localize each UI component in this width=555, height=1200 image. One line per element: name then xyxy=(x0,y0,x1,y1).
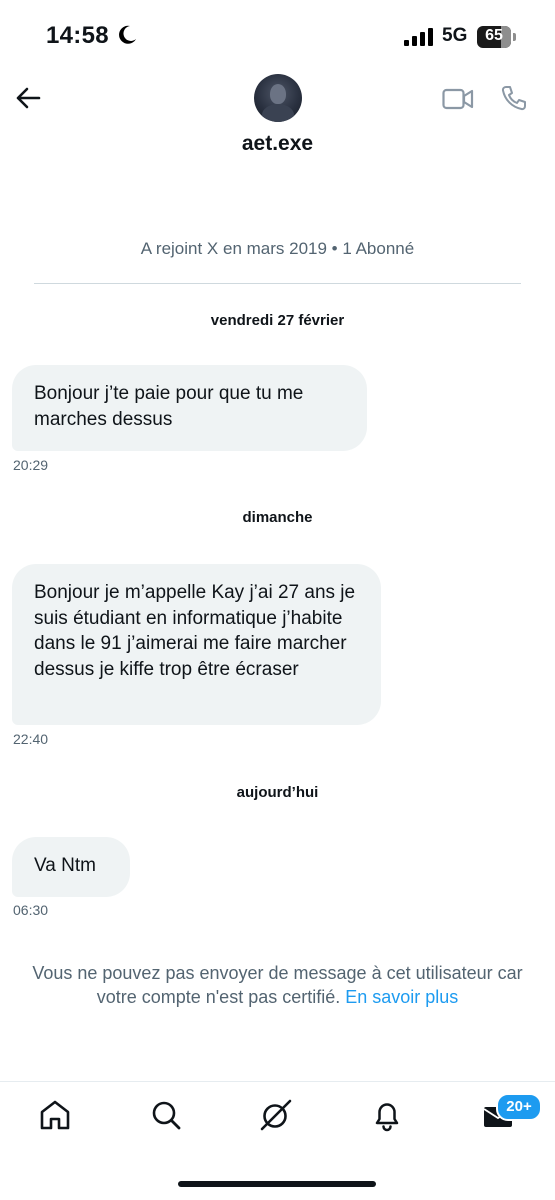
date-separator: vendredi 27 février xyxy=(210,312,345,329)
phone-icon[interactable] xyxy=(500,84,528,112)
divider xyxy=(34,283,521,284)
signal-icon xyxy=(404,28,433,46)
cannot-message-notice: Vous ne pouvez pas envoyer de message à … xyxy=(14,961,541,1009)
home-indicator xyxy=(178,1181,376,1187)
date-separator: aujourd’hui xyxy=(236,784,319,801)
moon-icon xyxy=(119,25,136,44)
tabbar-divider xyxy=(0,1081,555,1082)
battery-icon: 65 xyxy=(477,26,517,48)
message-bubble[interactable]: Bonjour j’te paie pour que tu me marches… xyxy=(12,365,367,451)
username[interactable]: aet.exe xyxy=(0,132,555,156)
battery-level: 65 xyxy=(485,27,503,44)
messages-badge: 20+ xyxy=(496,1093,542,1121)
arrow-left-icon[interactable] xyxy=(14,84,42,112)
home-icon[interactable] xyxy=(38,1098,72,1132)
message-time: 06:30 xyxy=(13,902,49,918)
avatar[interactable] xyxy=(254,74,302,122)
profile-joined-info: A rejoint X en mars 2019 • 1 Abonné xyxy=(140,239,415,258)
status-time: 14:58 xyxy=(46,22,109,49)
date-separator: dimanche xyxy=(242,509,313,526)
grok-icon[interactable] xyxy=(259,1098,293,1132)
bell-icon[interactable] xyxy=(370,1098,404,1132)
learn-more-link[interactable]: En savoir plus xyxy=(345,987,458,1007)
message-time: 20:29 xyxy=(13,457,49,473)
message-bubble[interactable]: Va Ntm xyxy=(12,837,130,897)
search-icon[interactable] xyxy=(149,1098,183,1132)
message-time: 22:40 xyxy=(13,731,49,747)
message-bubble[interactable]: Bonjour je m’appelle Kay j’ai 27 ans je … xyxy=(12,564,381,725)
network-type: 5G xyxy=(442,25,468,46)
video-camera-icon[interactable] xyxy=(442,86,474,112)
